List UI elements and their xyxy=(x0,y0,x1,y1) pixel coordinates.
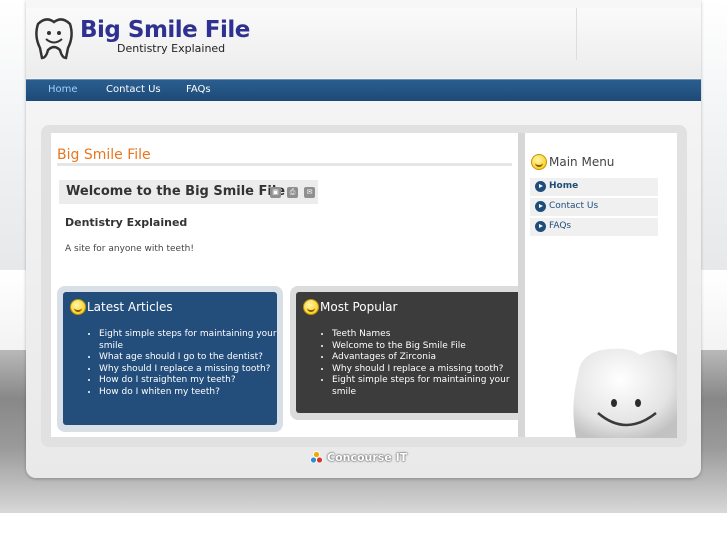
article-title[interactable]: Welcome to the Big Smile File xyxy=(66,184,285,199)
article-subtitle: Dentistry Explained xyxy=(65,216,188,229)
sidebar-item-label: Contact Us xyxy=(549,201,599,211)
nav-item-faqs[interactable]: FAQs xyxy=(186,84,211,95)
list-item[interactable]: Why should I replace a missing tooth? xyxy=(332,364,527,376)
list-item[interactable]: Teeth Names xyxy=(332,329,527,341)
list-item[interactable]: Eight simple steps for maintaining your … xyxy=(99,329,279,352)
most-popular-list: Teeth Names Welcome to the Big Smile Fil… xyxy=(318,329,527,399)
list-item[interactable]: How do I straighten my teeth? xyxy=(99,375,279,387)
article-intro: A site for anyone with teeth! xyxy=(65,244,194,254)
site-tagline: Dentistry Explained xyxy=(117,42,226,55)
concourse-logo-icon[interactable] xyxy=(310,451,323,464)
list-item[interactable]: How do I whiten my teeth? xyxy=(99,387,279,399)
site-title[interactable]: Big Smile File xyxy=(80,17,250,43)
arrow-right-icon xyxy=(535,181,546,192)
top-navigation: Home Contact Us FAQs xyxy=(26,79,701,101)
nav-item-home[interactable]: Home xyxy=(48,84,78,95)
page-background-bottom xyxy=(0,513,727,545)
title-underline xyxy=(57,163,512,166)
pdf-icon[interactable]: ▣ xyxy=(270,187,281,198)
print-icon[interactable]: ⎙ xyxy=(287,187,298,198)
latest-articles-list: Eight simple steps for maintaining your … xyxy=(85,329,279,399)
header-divider xyxy=(576,8,577,60)
most-popular-heading: Most Popular xyxy=(320,300,398,314)
smiling-tooth-image xyxy=(573,348,677,438)
latest-articles-heading: Latest Articles xyxy=(87,300,173,314)
smiley-icon xyxy=(531,154,547,170)
list-item[interactable]: Welcome to the Big Smile File xyxy=(332,341,527,353)
sidebar-item-home[interactable]: Home xyxy=(530,178,658,196)
list-item[interactable]: Advantages of Zirconia xyxy=(332,352,527,364)
nav-item-contact-us[interactable]: Contact Us xyxy=(106,84,161,95)
smiley-icon xyxy=(70,299,86,315)
arrow-right-icon xyxy=(535,201,546,212)
footer-brand[interactable]: Concourse IT xyxy=(327,451,407,464)
sidebar-item-contact-us[interactable]: Contact Us xyxy=(530,198,658,216)
list-item[interactable]: Why should I replace a missing tooth? xyxy=(99,364,279,376)
tooth-logo-icon[interactable] xyxy=(32,14,76,60)
sidebar-item-label: FAQs xyxy=(549,221,572,231)
list-item[interactable]: What age should I go to the dentist? xyxy=(99,352,279,364)
list-item[interactable]: Eight simple steps for maintaining your … xyxy=(332,375,527,398)
smiley-icon xyxy=(303,299,319,315)
arrow-right-icon xyxy=(535,221,546,232)
main-menu-heading: Main Menu xyxy=(549,155,615,169)
email-icon[interactable]: ✉ xyxy=(304,187,315,198)
sidebar-item-label: Home xyxy=(549,181,579,191)
sidebar-item-faqs[interactable]: FAQs xyxy=(530,218,658,236)
section-title: Big Smile File xyxy=(57,147,151,163)
